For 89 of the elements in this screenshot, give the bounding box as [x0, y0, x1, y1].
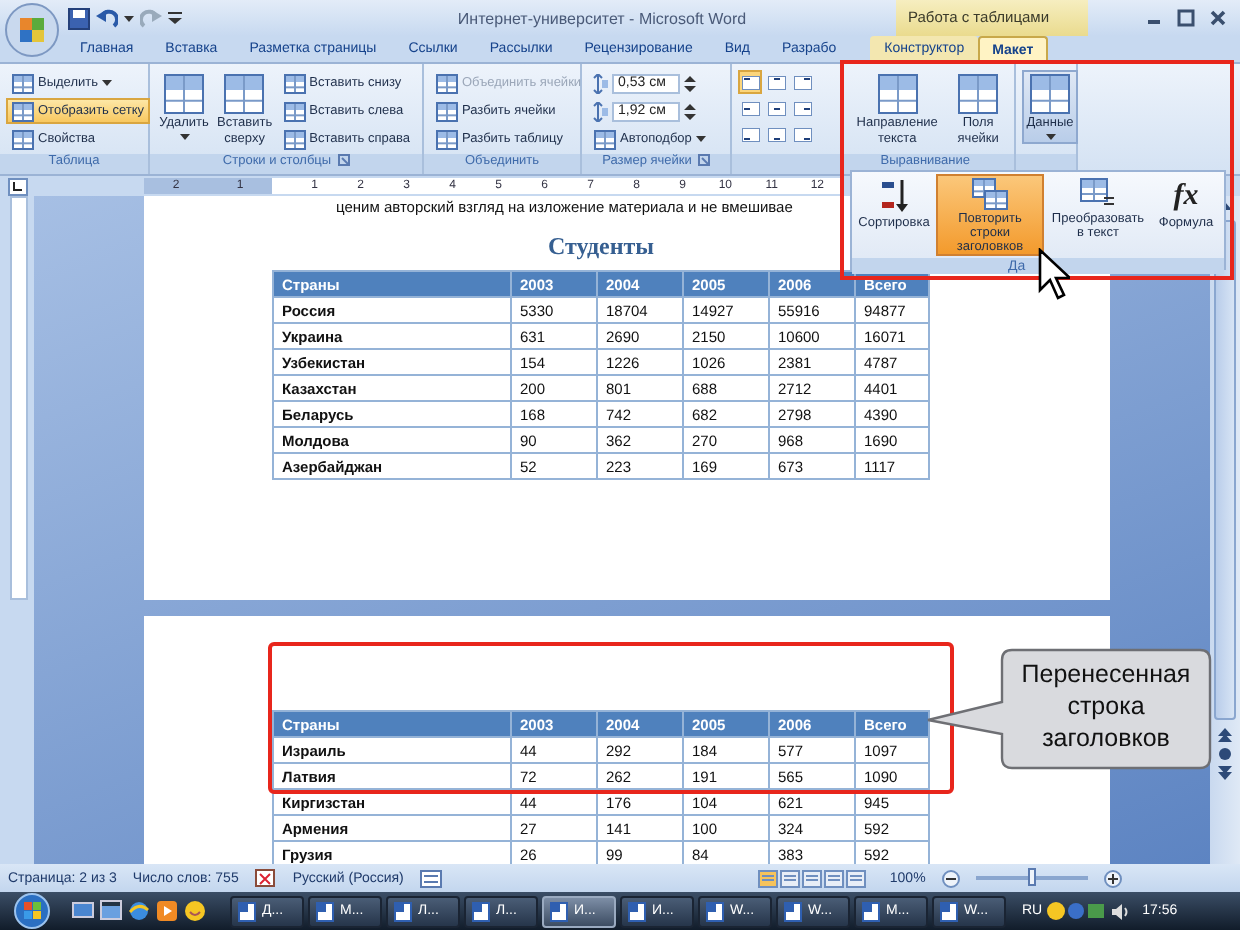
sort-icon: [878, 178, 910, 214]
document-icon: [706, 901, 724, 921]
view-icon[interactable]: [779, 869, 800, 887]
alignment-button[interactable]: [790, 122, 814, 146]
window-title: Интернет-университет - Microsoft Word: [455, 9, 749, 27]
window-icon[interactable]: [100, 900, 122, 922]
mouse-cursor-icon: [1038, 248, 1070, 300]
keyboard-icon[interactable]: [419, 869, 442, 887]
alignment-icon: [741, 127, 759, 141]
row-height-icon: [588, 73, 608, 93]
alignment-button[interactable]: [764, 70, 788, 94]
alignment-button[interactable]: [790, 96, 814, 120]
document-icon: [628, 901, 646, 921]
desktop-icon[interactable]: [72, 900, 94, 922]
media-icon[interactable]: [156, 900, 178, 922]
view-icon[interactable]: [823, 869, 844, 887]
alignment-icon: [793, 101, 811, 115]
row-height-icon: [588, 101, 608, 121]
zoom-in-icon[interactable]: [1103, 869, 1122, 887]
table-icon: [436, 73, 458, 93]
view-icon[interactable]: [757, 869, 778, 887]
book-icon[interactable]: [254, 868, 277, 888]
table-icon: [283, 129, 306, 149]
alignment-button[interactable]: [738, 96, 762, 120]
table-icon: [972, 178, 1008, 210]
table-icon: [436, 129, 458, 149]
alignment-button[interactable]: [738, 70, 762, 94]
table-icon: [877, 74, 918, 114]
alignment-button[interactable]: [790, 70, 814, 94]
table-icon: [12, 129, 34, 149]
alignment-icon: [741, 75, 759, 89]
table-icon: [958, 74, 999, 114]
slider-thumb[interactable]: [1027, 868, 1036, 886]
spinner-icon[interactable]: [684, 101, 696, 121]
spinner-icon[interactable]: [684, 73, 696, 93]
close-icon[interactable]: [1208, 8, 1228, 28]
alignment-icon: [793, 75, 811, 89]
formula-icon: fx: [1173, 178, 1199, 214]
caret-icon: [695, 136, 706, 142]
table-icon: [594, 129, 616, 149]
table-icon: [1030, 74, 1070, 114]
document-icon: [316, 901, 334, 921]
save-icon[interactable]: [68, 7, 90, 29]
caret-icon: [1045, 134, 1055, 140]
caret-icon: [102, 80, 112, 86]
scrollbar-thumb[interactable]: [1214, 220, 1236, 720]
alignment-button[interactable]: [764, 122, 788, 146]
table-icon: [283, 73, 306, 93]
alignment-icon: [767, 127, 785, 141]
alignment-button[interactable]: [738, 122, 762, 146]
dialog-launcher-icon[interactable]: [337, 154, 350, 166]
alignment-icon: [767, 101, 785, 115]
document-icon: [394, 901, 412, 921]
caret-icon: [179, 134, 189, 140]
zoom-out-icon[interactable]: [941, 869, 960, 887]
document-icon: [862, 901, 880, 921]
table-icon: [12, 101, 34, 121]
alignment-icon: [793, 127, 811, 141]
undo-icon[interactable]: [96, 7, 118, 29]
document-icon: [784, 901, 802, 921]
browse-icon[interactable]: [1212, 724, 1238, 784]
tab-selector-icon[interactable]: [8, 177, 28, 195]
dialog-launcher-icon[interactable]: [697, 154, 710, 166]
callout: Перенесенная строка заголовков: [922, 646, 1214, 774]
speaker-icon[interactable]: [1110, 901, 1131, 921]
caret-icon: [124, 15, 134, 21]
maximize-icon[interactable]: [1176, 8, 1196, 28]
table-title: Студенты: [545, 232, 657, 262]
alignment-icon: [741, 101, 759, 115]
document-icon: [472, 901, 490, 921]
table-icon: [164, 74, 204, 114]
table-icon: [283, 101, 306, 121]
document-icon: [940, 901, 958, 921]
view-icon[interactable]: [801, 869, 822, 887]
view-icon[interactable]: [845, 869, 866, 887]
smiley-icon[interactable]: [184, 900, 206, 922]
table-icon: [12, 73, 34, 93]
alignment-icon: [767, 75, 785, 89]
table-icon: [1080, 178, 1116, 210]
table-icon: [224, 74, 265, 114]
globe-icon[interactable]: [128, 900, 150, 922]
document-icon: [238, 901, 256, 921]
table-icon: [436, 101, 458, 121]
alignment-button[interactable]: [764, 96, 788, 120]
document-icon: [550, 901, 568, 921]
tray-icons[interactable]: [1046, 900, 1107, 922]
customize-icon[interactable]: [168, 10, 182, 26]
scrollbar[interactable]: [1210, 196, 1240, 864]
start-button[interactable]: [12, 892, 52, 930]
